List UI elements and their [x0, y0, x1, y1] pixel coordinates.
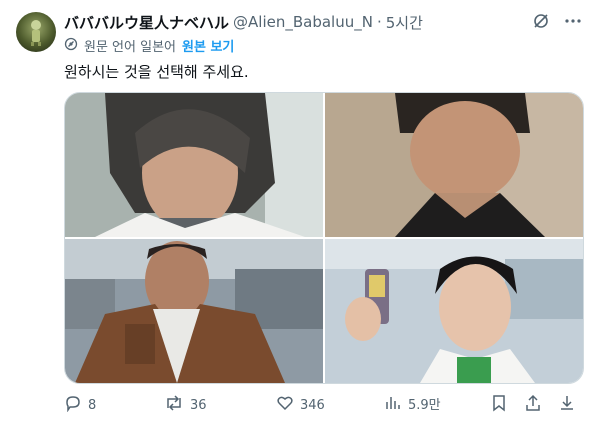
display-name[interactable]: バババルウ星人ナベハル — [64, 12, 229, 33]
header-icons — [532, 12, 582, 34]
grok-icon[interactable] — [532, 12, 550, 34]
show-original-link[interactable]: 원본 보기 — [182, 36, 234, 55]
media-grid — [64, 92, 584, 384]
reply-button[interactable]: 8 — [64, 394, 97, 419]
like-icon — [276, 394, 294, 419]
tweet-text: 원하시는 것을 선택해 주세요. — [64, 63, 249, 81]
repost-count: 36 — [190, 398, 207, 413]
more-icon[interactable] — [564, 12, 582, 34]
like-count: 346 — [300, 398, 325, 413]
download-button[interactable] — [558, 394, 576, 419]
action-bar: 8 36 346 5.9만 — [64, 394, 582, 419]
photo-1[interactable] — [65, 93, 323, 237]
translation-row: 원문 언어 일본어 원본 보기 — [64, 36, 234, 55]
photo-4[interactable] — [325, 239, 583, 383]
bookmark-icon — [490, 394, 508, 419]
share-icon — [524, 394, 542, 419]
translate-icon — [64, 37, 78, 55]
like-button[interactable]: 346 — [276, 396, 325, 416]
user-handle[interactable]: @Alien_Babaluu_N — [233, 13, 373, 31]
avatar-figure — [31, 20, 41, 46]
repost-icon — [164, 394, 184, 419]
tweet-header: バババルウ星人ナベハル @Alien_Babaluu_N · 5시간 — [64, 12, 582, 32]
avatar[interactable] — [16, 12, 56, 52]
repost-button[interactable]: 36 — [164, 394, 207, 419]
share-button[interactable] — [524, 394, 542, 419]
timestamp[interactable]: 5시간 — [386, 12, 423, 33]
reply-count: 8 — [88, 398, 97, 413]
reply-icon — [64, 394, 82, 419]
bookmark-button[interactable] — [490, 394, 508, 419]
photo-2[interactable] — [325, 93, 583, 237]
views-icon — [384, 394, 402, 419]
views-count: 5.9만 — [408, 398, 441, 413]
translation-note: 원문 언어 일본어 — [84, 40, 176, 55]
views-button[interactable]: 5.9만 — [384, 396, 441, 416]
photo-3[interactable] — [65, 239, 323, 383]
download-icon — [558, 394, 576, 419]
separator: · — [376, 13, 382, 31]
